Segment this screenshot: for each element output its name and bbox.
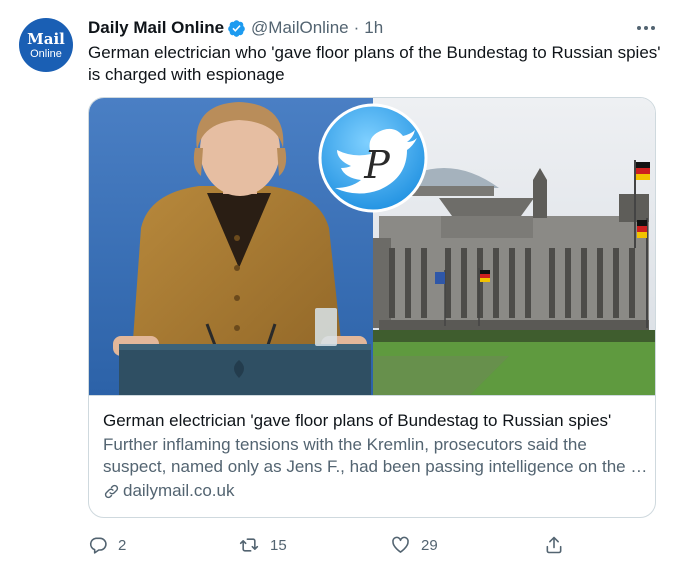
retweet-count: 15 [270,536,287,554]
author-handle[interactable]: @MailOnline [251,18,349,38]
twitter-bird-icon: P [318,103,428,213]
link-icon [104,484,119,498]
reply-button[interactable]: 2 [88,532,126,558]
tweet-actions: 2 15 29 [88,532,568,558]
card-domain-text: dailymail.co.uk [123,481,235,500]
tweet[interactable]: Mail Online Daily Mail Online @MailOnlin… [0,0,682,567]
like-count: 29 [421,536,438,554]
card-image[interactable]: P [89,98,655,396]
card-photo-collage: P [89,98,655,395]
more-icon[interactable] [634,18,658,38]
retweet-button[interactable]: 15 [238,532,287,558]
retweet-icon [239,538,259,552]
share-button[interactable] [544,532,574,558]
card-title: German electrician 'gave floor plans of … [103,411,612,430]
tweet-header: Daily Mail Online @MailOnline · 1h [88,16,383,40]
card-description: Further inflaming tensions with the Krem… [103,435,648,476]
author-name[interactable]: Daily Mail Online [88,18,224,38]
verified-badge-icon [228,19,245,37]
link-card[interactable]: P German electrician 'gave floor plans o… [88,97,656,518]
watermark-letter: P [363,143,391,187]
like-icon [392,536,409,553]
share-icon [546,536,562,554]
separator-dot: · [353,18,360,37]
card-domain[interactable]: dailymail.co.uk [103,480,648,502]
reply-count: 2 [118,536,127,554]
card-body[interactable]: German electrician 'gave floor plans of … [103,410,648,502]
avatar-logo-line2: Online [30,48,62,60]
avatar[interactable]: Mail Online [19,18,73,72]
tweet-text: German electrician who 'gave floor plans… [88,43,661,84]
like-button[interactable]: 29 [390,532,438,558]
avatar-logo-line1: Mail [27,30,65,48]
reply-icon [89,537,107,554]
tweet-timestamp[interactable]: 1h [364,18,383,38]
